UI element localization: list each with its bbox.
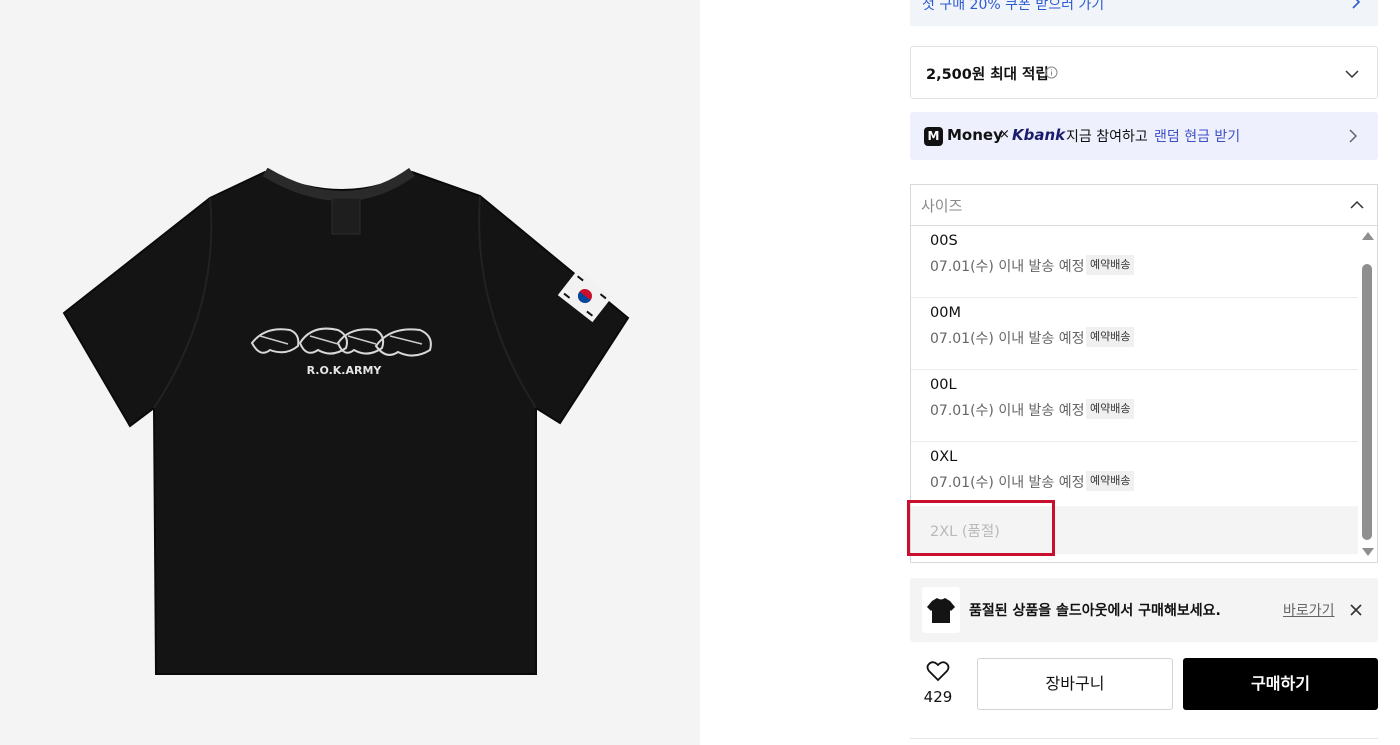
soldout-highlight-box bbox=[907, 500, 1055, 556]
tshirt-image: R.O.K.ARMY bbox=[62, 168, 630, 675]
times-symbol: × bbox=[999, 127, 1010, 142]
size-option-label: 0XL bbox=[930, 449, 958, 465]
size-select-placeholder: 사이즈 bbox=[921, 197, 963, 215]
product-page: R.O.K.ARMY 첫 구매 20% 쿠폰 받으러 가기 2,500원 최대 … bbox=[0, 0, 1400, 745]
kbank-logo: Kbank bbox=[1012, 126, 1066, 144]
product-thumbnail bbox=[922, 587, 960, 633]
preorder-badge: 예약배송 bbox=[1086, 327, 1135, 347]
coupon-banner-label: 첫 구매 20% 쿠폰 받으러 가기 bbox=[922, 0, 1105, 13]
like-count: 429 bbox=[923, 688, 953, 706]
size-option-label: 00M bbox=[930, 305, 961, 321]
size-option-label: 00S bbox=[930, 233, 958, 249]
options-scrollbar[interactable] bbox=[1358, 226, 1377, 562]
size-option-00l[interactable]: 00L 07.01(수) 이내 발송 예정 예약배송 bbox=[911, 370, 1358, 442]
points-accordion[interactable]: 2,500원 최대 적립 bbox=[910, 46, 1378, 99]
info-icon[interactable] bbox=[1045, 66, 1058, 79]
preorder-badge: 예약배송 bbox=[1086, 399, 1135, 419]
money-kbank-banner[interactable]: M Money × Kbank 지금 참여하고 랜덤 현금 받기 bbox=[910, 112, 1378, 160]
shipping-date: 07.01(수) 이내 발송 예정 bbox=[930, 331, 1085, 347]
shipping-date: 07.01(수) 이내 발송 예정 bbox=[930, 475, 1085, 491]
chevron-right-icon bbox=[1349, 129, 1358, 143]
like-button[interactable]: 429 bbox=[910, 658, 966, 710]
buy-now-button[interactable]: 구매하기 bbox=[1183, 658, 1378, 710]
money-logo-icon: M bbox=[924, 127, 943, 146]
tshirt-thumbnail-icon bbox=[927, 598, 955, 623]
chevron-up-icon bbox=[1350, 200, 1364, 209]
chevron-down-icon bbox=[1345, 70, 1359, 79]
soldout-notice: 품절된 상품을 솔드아웃에서 구매해보세요. 바로가기 bbox=[910, 578, 1378, 642]
money-banner-text: 지금 참여하고 bbox=[1066, 129, 1148, 145]
soldout-notice-text: 품절된 상품을 솔드아웃에서 구매해보세요. bbox=[969, 603, 1221, 619]
close-icon[interactable] bbox=[1348, 602, 1364, 618]
product-image: R.O.K.ARMY bbox=[0, 0, 700, 745]
chevron-right-icon bbox=[1352, 0, 1361, 9]
shipping-date: 07.01(수) 이내 발송 예정 bbox=[930, 259, 1085, 275]
size-option-00m[interactable]: 00M 07.01(수) 이내 발송 예정 예약배송 bbox=[911, 298, 1358, 370]
scroll-up-arrow-icon[interactable] bbox=[1362, 232, 1374, 240]
add-to-cart-button[interactable]: 장바구니 bbox=[977, 658, 1173, 710]
money-brand-text: Money bbox=[947, 126, 1003, 144]
tshirt-print-text: R.O.K.ARMY bbox=[307, 364, 383, 377]
scrollbar-thumb[interactable] bbox=[1362, 264, 1372, 540]
divider bbox=[910, 738, 1378, 739]
shipping-date: 07.01(수) 이내 발송 예정 bbox=[930, 403, 1085, 419]
money-banner-highlight: 랜덤 현금 받기 bbox=[1154, 129, 1241, 145]
size-option-label: 00L bbox=[930, 377, 957, 393]
max-points-label: 2,500원 최대 적립 bbox=[926, 67, 1049, 83]
size-select[interactable]: 사이즈 bbox=[910, 184, 1378, 226]
scroll-down-arrow-icon[interactable] bbox=[1362, 548, 1374, 556]
heart-icon bbox=[926, 661, 950, 682]
preorder-badge: 예약배송 bbox=[1086, 471, 1135, 491]
size-option-00s[interactable]: 00S 07.01(수) 이내 발송 예정 예약배송 bbox=[911, 226, 1358, 298]
preorder-badge: 예약배송 bbox=[1086, 255, 1135, 275]
first-purchase-coupon-banner[interactable]: 첫 구매 20% 쿠폰 받으러 가기 bbox=[910, 0, 1378, 26]
go-to-soldout-link[interactable]: 바로가기 bbox=[1283, 600, 1335, 620]
